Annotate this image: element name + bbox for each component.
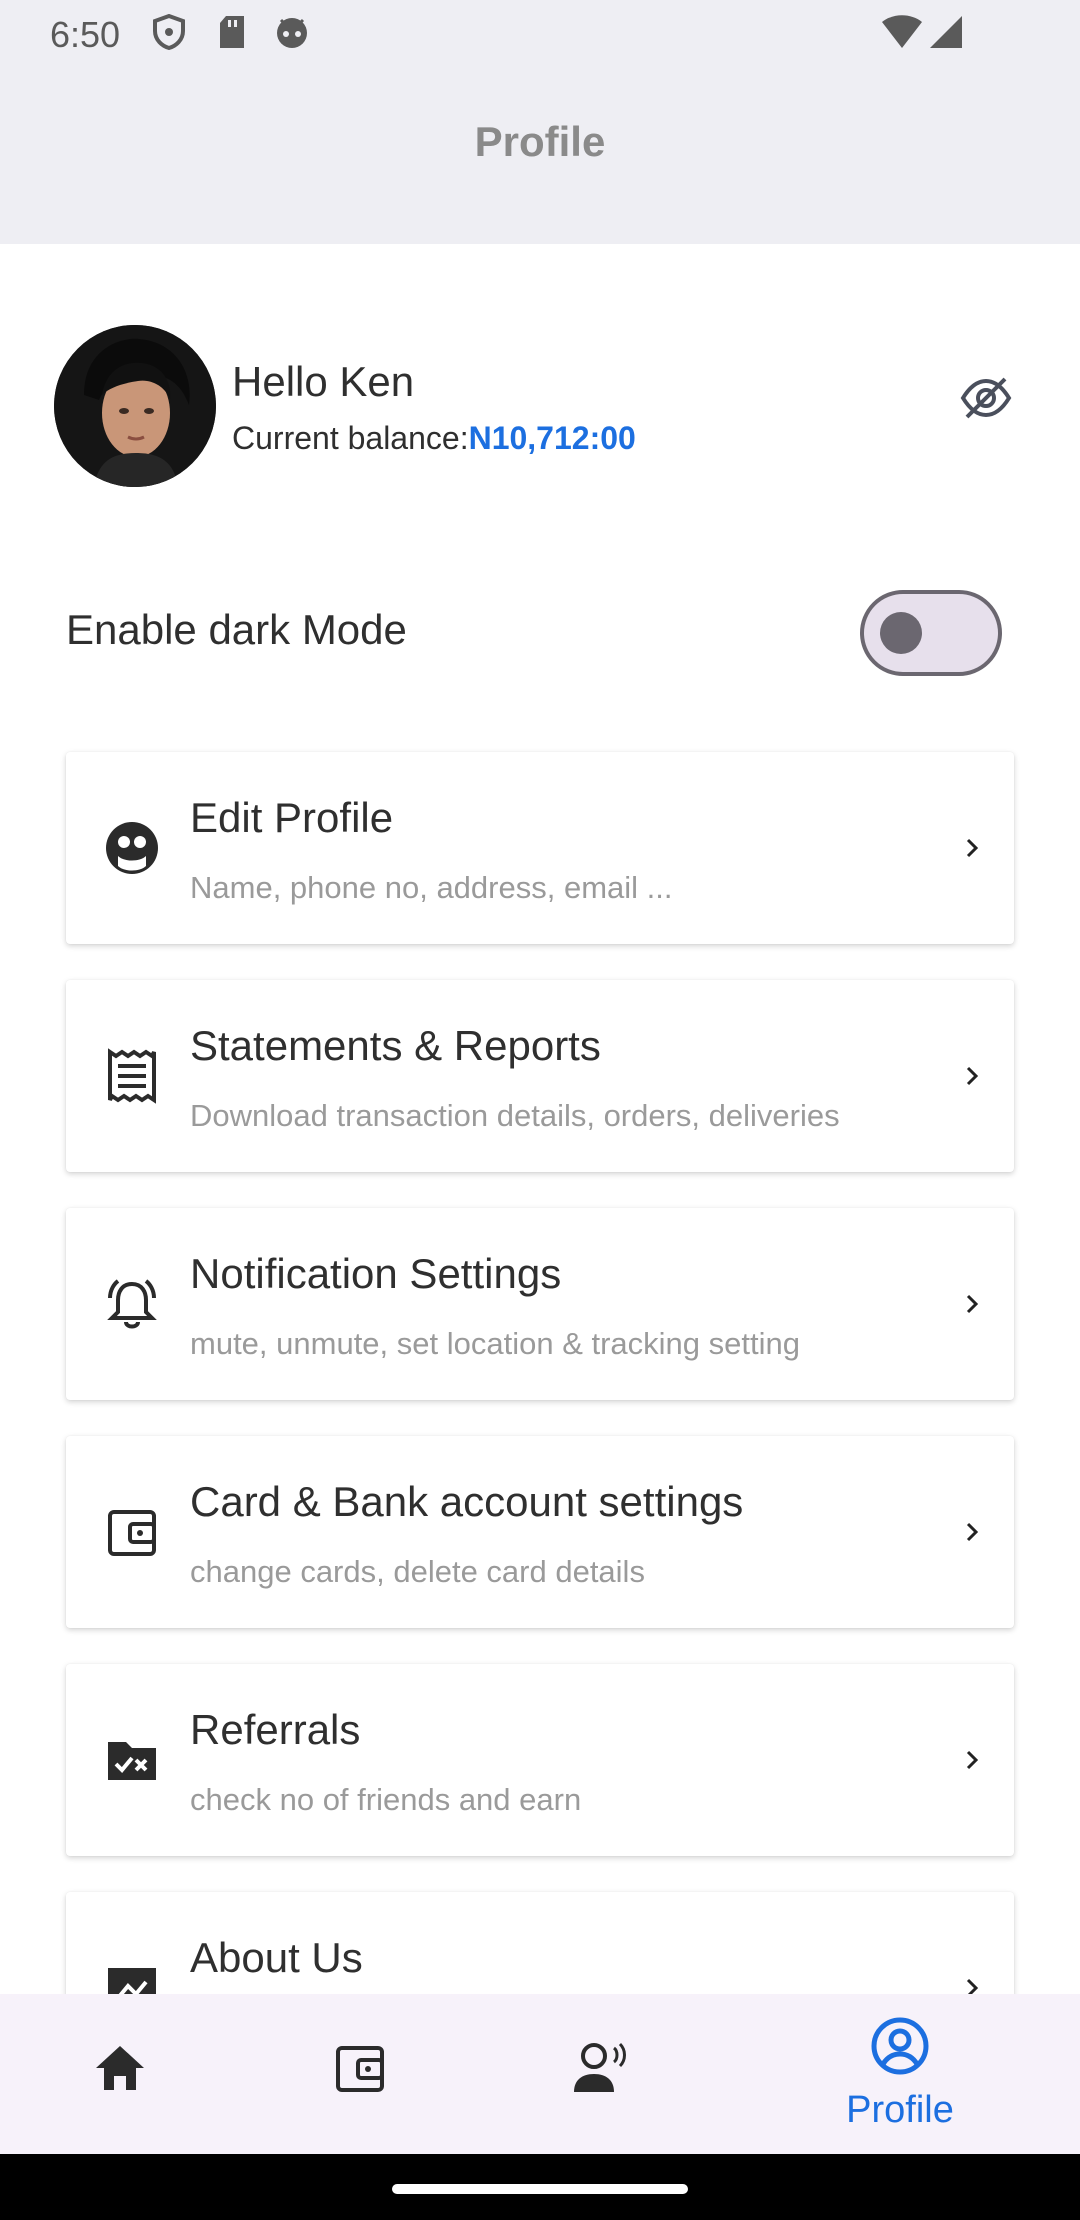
bell-icon — [102, 1274, 162, 1334]
menu-card-edit-profile[interactable]: Edit Profile Name, phone no, address, em… — [66, 752, 1014, 944]
menu-card-subtitle: change cards, delete card details — [190, 1554, 645, 1589]
home-gesture-handle[interactable] — [392, 2184, 688, 2194]
top-app-bar: 6:50 Profile — [0, 0, 1080, 244]
wifi-status-icon — [880, 14, 924, 50]
menu-card-title: Notification Settings — [190, 1250, 562, 1297]
menu-card-referrals[interactable]: Referrals check no of friends and earn — [66, 1664, 1014, 1856]
folder-referral-icon — [102, 1730, 162, 1790]
nav-label-profile: Profile — [846, 2089, 954, 2131]
nav-item-home[interactable] — [60, 1994, 180, 2154]
menu-card-title: About Us — [190, 1934, 363, 1981]
balance-label: Current balance: — [232, 420, 469, 456]
menu-card-notifications[interactable]: Notification Settings mute, unmute, set … — [66, 1208, 1014, 1400]
menu-card-subtitle: Download transaction details, orders, de… — [190, 1098, 840, 1133]
menu-card-subtitle: check no of friends and earn — [190, 1782, 582, 1817]
account-circle-icon — [870, 2016, 930, 2081]
android-status-icon — [274, 14, 308, 50]
hide-balance-button[interactable] — [958, 372, 1014, 428]
toggle-knob — [880, 612, 922, 654]
signal-status-icon — [928, 14, 964, 50]
bottom-navigation: Profile — [0, 1994, 1080, 2154]
face-icon — [102, 818, 162, 878]
chevron-right-icon — [954, 1514, 990, 1550]
sd-card-status-icon — [216, 14, 250, 50]
page-title: Profile — [474, 118, 606, 165]
wallet-icon — [102, 1502, 162, 1562]
chevron-right-icon — [954, 1286, 990, 1322]
shield-status-icon — [152, 13, 186, 51]
visibility-off-icon — [959, 371, 1013, 430]
receipt-icon — [102, 1046, 162, 1106]
nav-item-profile[interactable]: Profile — [800, 1994, 1000, 2154]
nav-item-wallet[interactable] — [300, 1994, 420, 2154]
menu-card-title: Card & Bank account settings — [190, 1478, 744, 1525]
chevron-right-icon — [954, 1058, 990, 1094]
menu-card-title: Statements & Reports — [190, 1022, 601, 1069]
balance-amount: N10,712:00 — [468, 420, 636, 456]
dark-mode-label: Enable dark Mode — [66, 606, 407, 653]
profile-screen: 6:50 Profile Hello Ken Current balance:N… — [0, 0, 1080, 2220]
dark-mode-toggle[interactable] — [860, 590, 1002, 676]
greeting-text: Hello Ken — [232, 358, 415, 405]
menu-card-title: Edit Profile — [190, 794, 394, 841]
chevron-right-icon — [954, 830, 990, 866]
nav-item-support[interactable] — [540, 1994, 660, 2154]
avatar[interactable] — [54, 325, 216, 487]
balance-line: Current balance:N10,712:00 — [232, 420, 636, 457]
wallet-icon — [332, 2040, 388, 2101]
chevron-right-icon — [954, 1742, 990, 1778]
menu-card-statements[interactable]: Statements & Reports Download transactio… — [66, 980, 1014, 1172]
menu-card-subtitle: Name, phone no, address, email ... — [190, 870, 673, 905]
home-icon — [92, 2040, 148, 2101]
status-time: 6:50 — [50, 14, 121, 55]
menu-card-card-bank[interactable]: Card & Bank account settings change card… — [66, 1436, 1014, 1628]
menu-card-title: Referrals — [190, 1706, 361, 1753]
system-gesture-bar — [0, 2154, 1080, 2220]
menu-card-subtitle: mute, unmute, set location & tracking se… — [190, 1326, 800, 1361]
support-agent-icon — [570, 2040, 630, 2101]
